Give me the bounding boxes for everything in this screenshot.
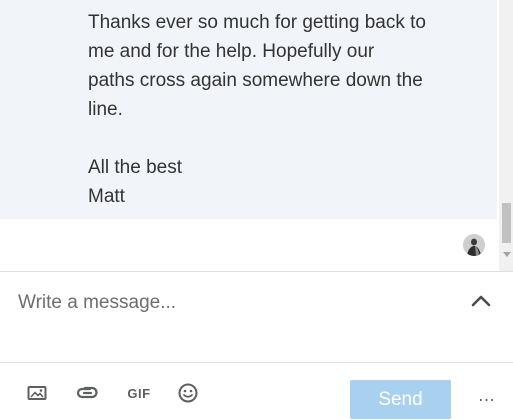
messaging-window: Thanks ever so much for getting back to … — [0, 0, 513, 420]
gif-icon: GIF — [127, 385, 151, 401]
scroll-down-arrow-icon[interactable] — [503, 252, 511, 257]
message-body: Thanks ever so much for getting back to … — [88, 12, 426, 207]
paperclip-icon — [76, 386, 98, 399]
send-button[interactable]: Send — [350, 380, 451, 419]
read-receipt-avatar — [463, 234, 485, 256]
thread-scrollbar[interactable] — [499, 0, 513, 272]
message-item: Thanks ever so much for getting back to … — [0, 0, 497, 219]
chevron-up-icon — [471, 295, 491, 307]
gif-button[interactable]: GIF — [125, 381, 153, 405]
scrollbar-thumb[interactable] — [502, 203, 511, 243]
attach-image-button[interactable] — [25, 381, 49, 405]
message-input[interactable] — [0, 272, 460, 362]
more-options-button[interactable]: … — [474, 385, 500, 405]
more-horizontal-icon: … — [477, 385, 497, 405]
avatar-photo-icon — [463, 234, 485, 256]
emoji-button[interactable] — [176, 381, 200, 405]
expand-compose-button[interactable] — [466, 288, 496, 314]
compose-toolbar: GIF Send … — [0, 363, 513, 420]
image-icon — [27, 386, 47, 400]
message-thread: Thanks ever so much for getting back to … — [0, 0, 513, 272]
attach-file-button[interactable] — [74, 381, 100, 405]
emoji-icon — [178, 383, 198, 403]
